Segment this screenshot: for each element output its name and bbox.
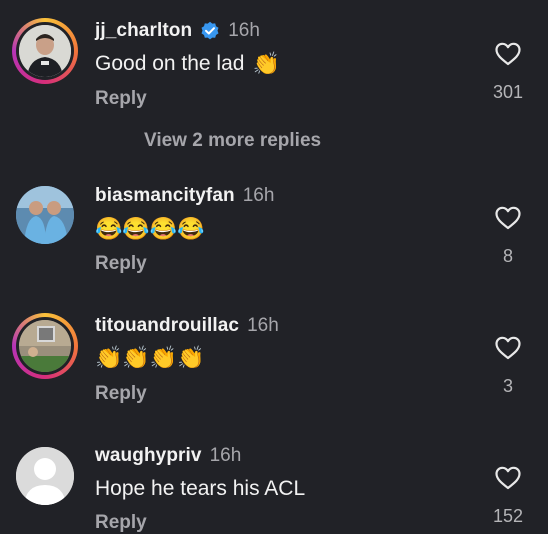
- laughing-emoji: 😂😂😂😂: [95, 216, 205, 241]
- heart-outline-icon[interactable]: [495, 466, 521, 490]
- username[interactable]: waughypriv: [95, 445, 202, 467]
- like-count: 3: [502, 376, 513, 396]
- default-avatar-icon: [16, 447, 74, 505]
- avatar[interactable]: [16, 447, 74, 505]
- username[interactable]: jj_charlton: [95, 20, 192, 42]
- timestamp: 16h: [247, 315, 279, 336]
- timestamp: 16h: [209, 445, 242, 466]
- timestamp: 16h: [228, 20, 260, 41]
- clapping-hands-emoji: 👏: [252, 51, 280, 76]
- username[interactable]: titouandrouillac: [95, 315, 239, 337]
- comment-body: Good on the lad: [95, 52, 245, 75]
- like-button[interactable]: 301: [490, 42, 526, 103]
- like-count: 8: [502, 246, 513, 266]
- comment-text: Good on the lad 👏: [95, 52, 280, 76]
- view-more-replies-button[interactable]: View 2 more replies: [144, 130, 321, 152]
- heart-outline-icon[interactable]: [495, 336, 521, 360]
- avatar[interactable]: [12, 18, 78, 84]
- comment-text: 👏👏👏👏: [95, 347, 205, 369]
- heart-outline-icon[interactable]: [495, 42, 521, 66]
- like-count: 301: [492, 82, 524, 102]
- reply-button[interactable]: Reply: [95, 512, 147, 534]
- like-button[interactable]: 152: [490, 466, 526, 527]
- username[interactable]: biasmancityfan: [95, 185, 235, 207]
- clapping-hands-emoji: 👏👏👏👏: [95, 345, 205, 370]
- like-button[interactable]: 8: [490, 206, 526, 267]
- comment-body: Hope he tears his ACL: [95, 477, 306, 500]
- avatar[interactable]: [16, 186, 74, 244]
- avatar[interactable]: [12, 313, 78, 379]
- profile-photo-icon: [19, 25, 71, 77]
- like-count: 152: [492, 506, 524, 526]
- profile-photo-icon: [19, 320, 71, 372]
- timestamp: 16h: [242, 185, 275, 206]
- heart-outline-icon[interactable]: [495, 206, 521, 230]
- reply-button[interactable]: Reply: [95, 253, 147, 275]
- profile-photo-icon: [16, 186, 74, 244]
- verified-badge-icon: [201, 21, 219, 40]
- comment-text: 😂😂😂😂: [95, 218, 205, 240]
- like-button[interactable]: 3: [490, 336, 526, 397]
- reply-button[interactable]: Reply: [95, 383, 147, 405]
- comment-text: Hope he tears his ACL: [95, 477, 305, 501]
- reply-button[interactable]: Reply: [95, 88, 147, 110]
